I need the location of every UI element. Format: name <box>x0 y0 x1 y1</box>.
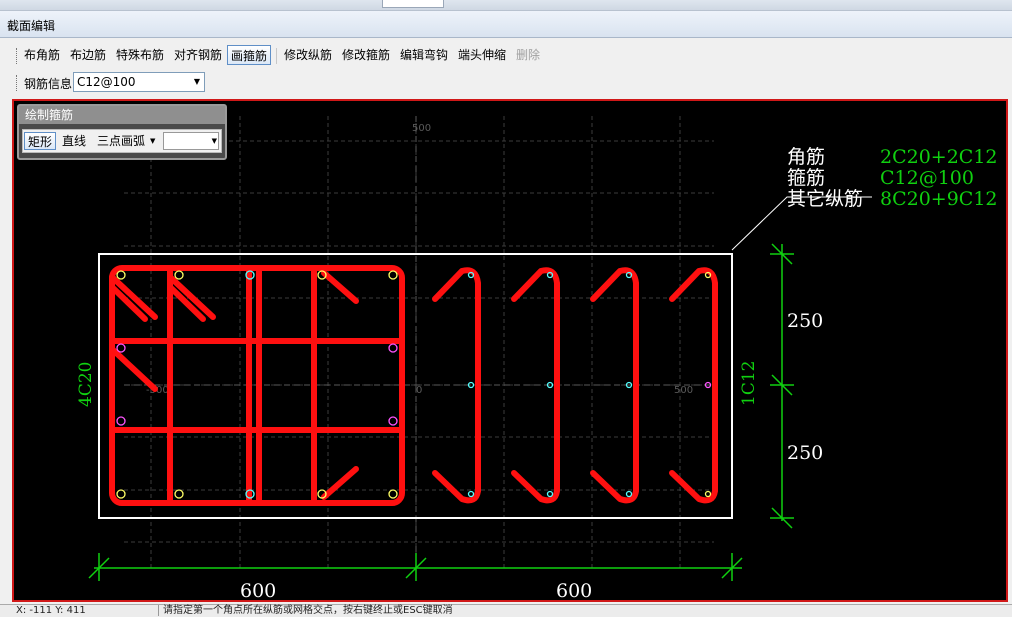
draw-stirrup-panel: 绘制箍筋 矩形 直线 三点画弧 ▼ ▼ <box>17 104 227 160</box>
rebar-info-label: 钢筋信息 <box>24 77 73 91</box>
dimension-bottom: 250 <box>787 442 823 464</box>
grid-label-top: 500 <box>412 123 431 134</box>
rebar-info-value: C12@100 <box>77 75 136 89</box>
grid-label-center: 0 <box>416 385 422 396</box>
three-point-arc-button[interactable]: 三点画弧 <box>94 132 148 150</box>
align-rebar-button[interactable]: 对齐钢筋 <box>172 45 224 65</box>
right-side-rebar-label: 1C12 <box>739 361 759 406</box>
place-edge-rebar-button[interactable]: 布边筋 <box>68 45 108 65</box>
delete-button[interactable]: 删除 <box>514 45 542 65</box>
vertical-dimension <box>770 243 794 529</box>
modify-stirrup-button[interactable]: 修改箍筋 <box>340 45 392 65</box>
chevron-down-icon[interactable]: ▼ <box>212 133 217 149</box>
grid-label-right: 500 <box>674 385 693 396</box>
corner-rebar-label: 角筋 <box>787 146 825 168</box>
dimension-right: 600 <box>556 580 592 600</box>
toolbar-grip[interactable] <box>16 75 19 91</box>
rebar-info-toolbar: 钢筋信息 C12@100 ▼ <box>8 70 1008 96</box>
section-canvas[interactable]: 500 -500 0 500 角筋 2C20+2C12 箍筋 C12@100 其… <box>12 99 1008 602</box>
status-bar: X: -111 Y: 411 请指定第一个角点所在纵筋或网格交点，按右键终止或E… <box>0 604 1012 617</box>
line-mode-button[interactable]: 直线 <box>59 132 89 150</box>
toolbar-separator <box>276 48 277 64</box>
other-rebar-value: 8C20+9C12 <box>880 188 998 210</box>
dimension-top: 250 <box>787 310 823 332</box>
left-side-rebar-label: 4C20 <box>76 362 96 407</box>
edit-hook-button[interactable]: 编辑弯钩 <box>398 45 450 65</box>
rectangle-mode-button[interactable]: 矩形 <box>24 132 57 150</box>
dimension-left: 600 <box>240 580 276 600</box>
edit-toolbar: 布角筋 布边筋 特殊布筋 对齐钢筋 画箍筋 修改纵筋 修改箍筋 编辑弯钩 端头伸… <box>8 42 1008 70</box>
hook <box>321 466 359 500</box>
draw-option-select[interactable]: ▼ <box>163 132 219 150</box>
window-title: 截面编辑 <box>7 19 56 33</box>
corner-rebar-value: 2C20+2C12 <box>880 146 998 168</box>
toolbar-grip[interactable] <box>16 48 19 64</box>
window-titlebar: 截面编辑 <box>0 11 1012 38</box>
draw-mode-row: 矩形 直线 三点画弧 ▼ ▼ <box>22 129 222 153</box>
rebar-info-select[interactable]: C12@100 ▼ <box>73 72 205 92</box>
hook <box>109 346 158 392</box>
other-rebar-label: 其它纵筋 <box>787 188 863 210</box>
arc-dropdown-icon[interactable]: ▼ <box>150 132 155 150</box>
top-toolbar-strip <box>0 0 1012 11</box>
special-rebar-button[interactable]: 特殊布筋 <box>114 45 166 65</box>
place-corner-rebar-button[interactable]: 布角筋 <box>22 45 62 65</box>
chevron-down-icon[interactable]: ▼ <box>190 73 204 91</box>
top-input-box[interactable] <box>382 0 444 8</box>
cursor-coordinates: X: -111 Y: 411 <box>16 605 86 616</box>
rebar-info-annotation: 角筋 2C20+2C12 箍筋 C12@100 其它纵筋 8C20+9C12 <box>787 146 998 210</box>
stirrup-label: 箍筋 <box>787 167 825 189</box>
draw-stirrup-button[interactable]: 画箍筋 <box>227 45 272 65</box>
horizontal-dimension <box>88 553 743 581</box>
status-message: 请指定第一个角点所在纵筋或网格交点，按右键终止或ESC键取消 <box>158 605 453 616</box>
hook <box>321 270 359 304</box>
stirrup-value: C12@100 <box>880 167 974 189</box>
modify-long-rebar-button[interactable]: 修改纵筋 <box>282 45 334 65</box>
section-drawing: 500 -500 0 500 角筋 2C20+2C12 箍筋 C12@100 其… <box>76 116 998 600</box>
draw-stirrup-panel-title[interactable]: 绘制箍筋 <box>19 106 225 124</box>
end-stretch-button[interactable]: 端头伸缩 <box>456 45 508 65</box>
